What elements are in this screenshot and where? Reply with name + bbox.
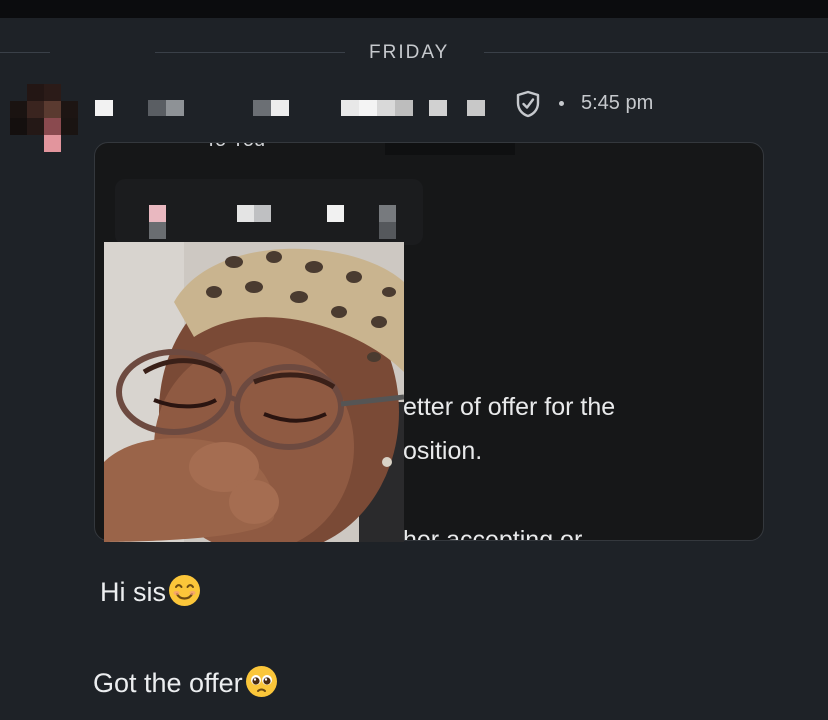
- separator-line-right: [484, 52, 828, 53]
- pleading-face-emoji: [245, 666, 277, 697]
- attachment-text-line2: osition.: [403, 437, 483, 465]
- attachment-text-line3: her accepting or: [403, 526, 583, 541]
- separator-line-left-short: [0, 52, 50, 53]
- top-bar: [0, 0, 828, 18]
- day-label: FRIDAY: [369, 42, 450, 63]
- smiling-face-emoji: [169, 575, 200, 606]
- message-timestamp: 5:45 pm: [581, 92, 654, 114]
- chat-message-1: Hi sis: [100, 574, 201, 608]
- reaction-photo[interactable]: [104, 242, 404, 542]
- message-text-1: Hi sis: [100, 577, 166, 607]
- shield-check-icon[interactable]: [515, 90, 541, 118]
- separator-line-left: [155, 52, 345, 53]
- message-header: 5:45 pm: [95, 86, 795, 122]
- separator-dot: [559, 101, 564, 106]
- avatar[interactable]: [10, 84, 80, 154]
- redacted-card: [115, 179, 423, 245]
- attachment-text-line1: etter of offer for the: [403, 393, 616, 421]
- attachment-cover: [385, 143, 515, 155]
- redacted-username[interactable]: [95, 100, 485, 116]
- day-separator: FRIDAY: [0, 38, 828, 68]
- attachment-top-fragment: To You: [205, 143, 265, 152]
- message-text-2: Got the offer: [93, 668, 243, 698]
- chat-message-2: Got the offer: [93, 665, 278, 699]
